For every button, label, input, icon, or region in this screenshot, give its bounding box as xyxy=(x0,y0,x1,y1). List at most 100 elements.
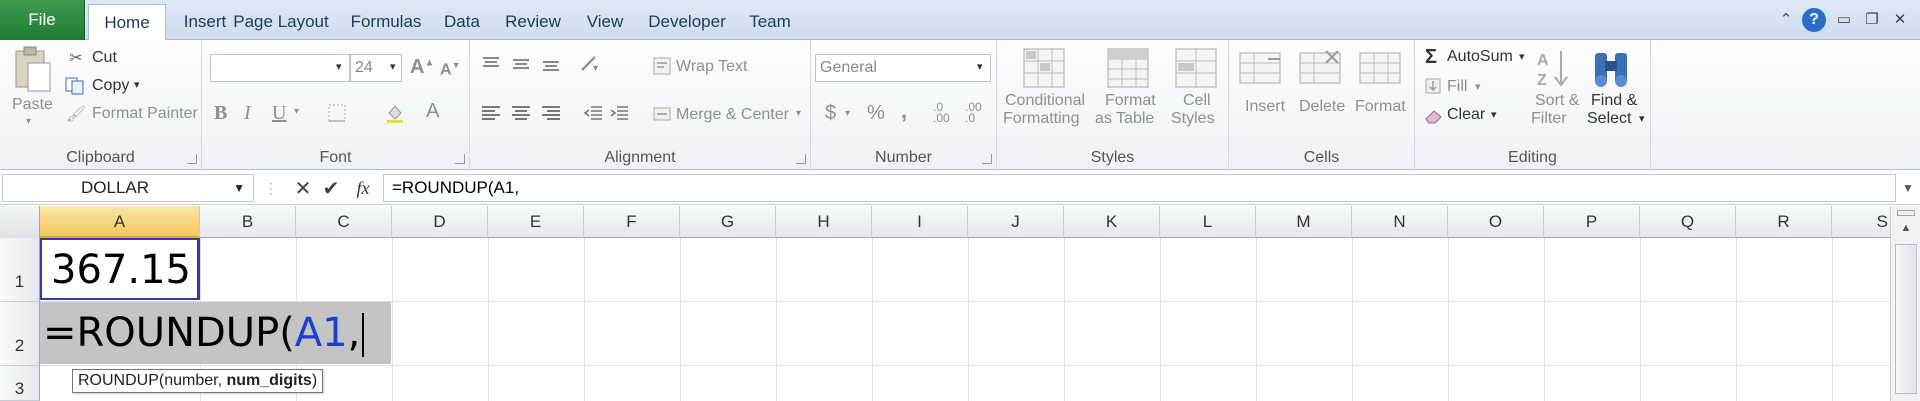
currency-button[interactable]: $ xyxy=(825,102,836,125)
enter-formula-icon[interactable]: ✔ xyxy=(320,174,342,202)
font-size-dropdown-icon[interactable]: ▾ xyxy=(390,60,396,73)
copy-icon[interactable] xyxy=(64,76,86,96)
col-header-k[interactable]: K xyxy=(1064,206,1160,238)
fill-dropdown-icon[interactable]: ▾ xyxy=(1475,80,1481,93)
vertical-scrollbar[interactable]: ▲ xyxy=(1890,206,1920,401)
col-header-o[interactable]: O xyxy=(1448,206,1544,238)
font-name-dropdown-icon[interactable]: ▾ xyxy=(336,60,342,73)
sort-filter-line2[interactable]: Filter xyxy=(1531,110,1567,128)
wrap-text-icon[interactable] xyxy=(652,56,672,76)
insert-cells-icon[interactable] xyxy=(1237,46,1283,90)
number-launcher-icon[interactable] xyxy=(982,154,992,164)
underline-button[interactable]: U xyxy=(272,102,286,125)
scissors-icon[interactable]: ✂ xyxy=(66,48,86,68)
tab-page-layout[interactable]: Page Layout xyxy=(228,4,334,40)
minimize-icon[interactable]: ▭ xyxy=(1832,8,1856,32)
col-header-d[interactable]: D xyxy=(392,206,488,238)
orientation-icon[interactable]: ▾ xyxy=(578,52,606,74)
insert-cells-button[interactable]: Insert xyxy=(1245,98,1285,116)
col-header-a[interactable]: A xyxy=(40,206,200,238)
col-header-p[interactable]: P xyxy=(1544,206,1640,238)
format-painter-icon[interactable]: 🖌 xyxy=(66,104,86,124)
bold-button[interactable]: B xyxy=(214,102,227,125)
col-header-j[interactable]: J xyxy=(968,206,1064,238)
col-header-n[interactable]: N xyxy=(1352,206,1448,238)
col-header-m[interactable]: M xyxy=(1256,206,1352,238)
clear-dropdown-icon[interactable]: ▾ xyxy=(1491,108,1497,121)
align-right-icon[interactable] xyxy=(540,104,562,124)
sort-filter-line1[interactable]: Sort & xyxy=(1535,92,1579,110)
eraser-icon[interactable] xyxy=(1423,106,1445,126)
tab-formulas[interactable]: Formulas xyxy=(340,4,432,40)
col-header-h[interactable]: H xyxy=(776,206,872,238)
currency-dropdown-icon[interactable]: ▾ xyxy=(845,108,850,119)
scroll-thumb[interactable] xyxy=(1895,244,1917,394)
wrap-text-button[interactable]: Wrap Text xyxy=(676,58,747,76)
close-icon[interactable]: ✕ xyxy=(1888,8,1912,32)
format-cells-icon[interactable] xyxy=(1357,46,1403,90)
cut-button[interactable]: Cut xyxy=(92,49,117,67)
col-header-i[interactable]: I xyxy=(872,206,968,238)
format-cells-button[interactable]: Format xyxy=(1355,98,1406,116)
font-launcher-icon[interactable] xyxy=(455,154,465,164)
top-align-icon[interactable] xyxy=(480,54,502,74)
tab-home[interactable]: Home xyxy=(88,4,166,41)
tab-file[interactable]: File xyxy=(0,0,85,40)
shrink-font-icon[interactable]: A▼ xyxy=(440,60,460,79)
col-header-g[interactable]: G xyxy=(680,206,776,238)
copy-dropdown-icon[interactable]: ▾ xyxy=(134,78,140,91)
format-as-table-line2[interactable]: as Table xyxy=(1095,110,1154,128)
borders-icon[interactable] xyxy=(326,102,348,124)
percent-button[interactable]: % xyxy=(867,102,885,125)
fill-button[interactable]: Fill xyxy=(1447,78,1467,96)
tab-team[interactable]: Team xyxy=(744,4,796,40)
cell-a1[interactable]: 367.15 xyxy=(40,238,200,300)
find-select-dropdown-icon[interactable]: ▾ xyxy=(1639,112,1645,125)
name-box-dropdown-icon[interactable]: ▼ xyxy=(233,175,245,201)
formula-input[interactable]: =ROUNDUP(A1, xyxy=(383,174,1896,202)
name-box[interactable]: DOLLAR ▼ xyxy=(2,174,254,202)
restore-icon[interactable]: ❐ xyxy=(1860,8,1884,32)
col-header-c[interactable]: C xyxy=(296,206,392,238)
row-header-1[interactable]: 1 xyxy=(0,238,40,302)
font-color-icon[interactable]: A xyxy=(426,100,439,123)
decrease-indent-icon[interactable] xyxy=(582,104,604,124)
copy-button[interactable]: Copy xyxy=(92,77,129,95)
function-tooltip[interactable]: ROUNDUP(number, num_digits) xyxy=(72,369,324,393)
insert-function-icon[interactable]: fx xyxy=(350,174,376,202)
cancel-formula-icon[interactable]: ✕ xyxy=(292,174,314,202)
conditional-formatting-line1[interactable]: Conditional xyxy=(1005,92,1085,110)
col-header-e[interactable]: E xyxy=(488,206,584,238)
delete-cells-icon[interactable] xyxy=(1297,46,1343,90)
tab-view[interactable]: View xyxy=(580,4,630,40)
comma-button[interactable]: , xyxy=(901,98,907,124)
help-icon[interactable]: ? xyxy=(1802,8,1826,32)
binoculars-icon[interactable] xyxy=(1589,46,1633,90)
tab-data[interactable]: Data xyxy=(436,4,488,40)
format-as-table-line1[interactable]: Format xyxy=(1105,92,1156,110)
splitter-icon[interactable]: ⋮ xyxy=(264,174,278,202)
align-left-icon[interactable] xyxy=(480,104,502,124)
paste-label[interactable]: Paste xyxy=(12,96,53,114)
paste-dropdown-icon[interactable]: ▾ xyxy=(26,116,31,127)
cell-styles-line2[interactable]: Styles xyxy=(1171,110,1215,128)
align-center-icon[interactable] xyxy=(510,104,532,124)
decrease-decimal-icon[interactable]: .00.0 xyxy=(965,101,982,124)
select-all-corner[interactable] xyxy=(0,206,40,238)
paste-icon[interactable] xyxy=(10,44,54,96)
format-as-table-icon[interactable] xyxy=(1105,46,1151,90)
sort-filter-icon[interactable]: AZ xyxy=(1533,46,1577,90)
find-select-line2[interactable]: Select xyxy=(1587,110,1631,128)
number-format-combo[interactable]: General xyxy=(815,54,991,82)
number-format-dropdown-icon[interactable]: ▾ xyxy=(977,60,983,73)
merge-center-button[interactable]: Merge & Center xyxy=(676,106,789,124)
col-header-r[interactable]: R xyxy=(1736,206,1832,238)
cell-a2-editing[interactable]: =ROUNDUP(A1, xyxy=(40,302,391,364)
col-header-s[interactable]: S xyxy=(1832,206,1890,238)
merge-dropdown-icon[interactable]: ▾ xyxy=(796,108,801,119)
increase-decimal-icon[interactable]: .0.00 xyxy=(933,101,950,124)
increase-indent-icon[interactable] xyxy=(608,104,630,124)
middle-align-icon[interactable] xyxy=(510,54,532,74)
tab-review[interactable]: Review xyxy=(498,4,568,40)
italic-button[interactable]: I xyxy=(244,102,251,125)
